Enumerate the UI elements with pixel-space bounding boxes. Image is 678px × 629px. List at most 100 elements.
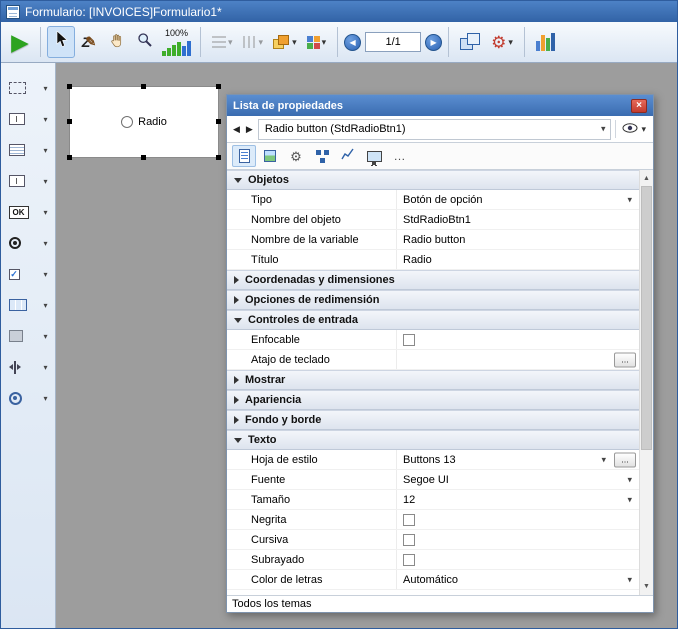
- tool-radio-button[interactable]: ▾: [5, 232, 52, 254]
- subrayado-checkbox[interactable]: [403, 554, 415, 566]
- hoja-estilo-browse-button[interactable]: ...: [614, 452, 636, 467]
- chevron-down-icon[interactable]: ▾: [43, 177, 47, 186]
- object-combobox-value: Radio button (StdRadioBtn1): [265, 123, 406, 135]
- app-icon: [6, 5, 20, 19]
- chevron-down-icon[interactable]: ▾: [43, 239, 47, 248]
- chevron-down-icon[interactable]: ▾: [43, 115, 47, 124]
- prev-page-button[interactable]: ◀: [344, 34, 361, 51]
- next-object-button[interactable]: ▶: [245, 124, 254, 135]
- gear-menu-button[interactable]: ⚙ ▾: [486, 26, 518, 58]
- page-indicator-input[interactable]: [365, 32, 421, 52]
- next-page-button[interactable]: ▶: [425, 34, 442, 51]
- run-button[interactable]: ▶: [6, 26, 34, 58]
- chevron-collapsed-icon: [234, 296, 239, 304]
- chevron-down-icon[interactable]: ▾: [43, 394, 47, 403]
- divider: [615, 120, 616, 138]
- hoja-estilo-dropdown[interactable]: Buttons 13 ▾ ...: [397, 450, 639, 469]
- zoom-bars-icon[interactable]: [162, 40, 191, 56]
- section-entrada[interactable]: Controles de entrada: [227, 310, 639, 330]
- tool-text-area[interactable]: I ▾: [5, 170, 52, 192]
- chevron-down-icon[interactable]: ▾: [43, 332, 47, 341]
- properties-panel-title-bar[interactable]: Lista de propiedades ×: [227, 95, 653, 116]
- section-fondo[interactable]: Fondo y borde: [227, 410, 639, 430]
- scroll-down-button[interactable]: ▼: [640, 579, 653, 594]
- radio-form-object[interactable]: Radio: [69, 86, 219, 158]
- selection-handle[interactable]: [216, 84, 221, 89]
- cursiva-checkbox[interactable]: [403, 534, 415, 546]
- color-grid-dropdown[interactable]: ▾: [302, 26, 332, 58]
- section-objetos[interactable]: Objetos: [227, 170, 639, 190]
- chevron-down-icon[interactable]: ▾: [43, 301, 47, 310]
- title-bar[interactable]: Formulario: [INVOICES]Formulario1*: [1, 1, 677, 22]
- negrita-checkbox[interactable]: [403, 514, 415, 526]
- titulo-field[interactable]: Radio: [397, 250, 639, 269]
- nombre-objeto-field[interactable]: StdRadioBtn1: [397, 210, 639, 229]
- visibility-menu-button[interactable]: ▾: [620, 120, 648, 138]
- prev-object-button[interactable]: ◀: [232, 124, 241, 135]
- chevron-down-icon: ▾: [641, 125, 646, 134]
- tamano-dropdown[interactable]: 12 ▾: [397, 490, 639, 509]
- tab-properties[interactable]: [232, 145, 256, 167]
- selection-handle[interactable]: [67, 119, 72, 124]
- selection-handle[interactable]: [141, 84, 146, 89]
- property-label: Atajo de teclado: [227, 350, 397, 369]
- chart-button[interactable]: [531, 26, 560, 58]
- chevron-down-icon[interactable]: ▾: [43, 270, 47, 279]
- tab-settings[interactable]: ⚙: [284, 145, 308, 167]
- magnify-tool-button[interactable]: [131, 26, 159, 58]
- tab-connections[interactable]: [310, 145, 334, 167]
- select-tool-button[interactable]: [47, 26, 75, 58]
- property-row-fuente: Fuente Segoe UI ▾: [227, 470, 639, 490]
- tool-text-input[interactable]: I ▾: [5, 108, 52, 130]
- radio-label: Radio: [138, 116, 167, 128]
- chevron-down-icon[interactable]: ▾: [43, 363, 47, 372]
- tab-image[interactable]: [258, 145, 282, 167]
- tab-more[interactable]: …: [388, 145, 412, 167]
- pages-button[interactable]: [455, 26, 486, 58]
- section-mostrar[interactable]: Mostrar: [227, 370, 639, 390]
- tipo-dropdown[interactable]: Botón de opción ▾: [397, 190, 639, 209]
- section-texto[interactable]: Texto: [227, 430, 639, 450]
- form-canvas[interactable]: Radio Lista de propiedades × ◀ ▶ Radio b…: [56, 63, 677, 629]
- distribute-objects-dropdown[interactable]: ▾: [238, 26, 269, 58]
- tool-rectangle[interactable]: ▾: [5, 325, 52, 347]
- document-icon: [239, 149, 250, 163]
- draw-tool-button[interactable]: Z✎: [75, 26, 103, 58]
- selection-handle[interactable]: [67, 84, 72, 89]
- tool-button[interactable]: OK ▾: [5, 201, 52, 223]
- enfocable-checkbox[interactable]: [403, 334, 415, 346]
- nombre-variable-field[interactable]: Radio button: [397, 230, 639, 249]
- chevron-down-icon[interactable]: ▾: [43, 84, 47, 93]
- section-apariencia[interactable]: Apariencia: [227, 390, 639, 410]
- section-redimension[interactable]: Opciones de redimensión: [227, 290, 639, 310]
- chevron-down-icon[interactable]: ▾: [43, 208, 47, 217]
- tool-checkbox[interactable]: ✓ ▾: [5, 263, 52, 285]
- scroll-thumb[interactable]: [641, 186, 652, 450]
- color-letras-dropdown[interactable]: Automático ▾: [397, 570, 639, 589]
- tool-splitter[interactable]: ▾: [5, 356, 52, 378]
- fuente-dropdown[interactable]: Segoe UI ▾: [397, 470, 639, 489]
- layer-order-dropdown[interactable]: ▾: [268, 26, 302, 58]
- atajo-browse-button[interactable]: ...: [614, 352, 636, 367]
- tool-listbox[interactable]: ▾: [5, 139, 52, 161]
- selection-handle[interactable]: [216, 119, 221, 124]
- object-combobox[interactable]: Radio button (StdRadioBtn1) ▾: [258, 119, 612, 140]
- panel-scrollbar[interactable]: ▲ ▼: [639, 170, 653, 595]
- more-icon: …: [394, 149, 407, 163]
- scroll-up-button[interactable]: ▲: [640, 171, 653, 186]
- tool-indicator[interactable]: ▾: [5, 387, 52, 409]
- atajo-field[interactable]: ...: [397, 350, 639, 369]
- tool-button-grid[interactable]: ▾: [5, 294, 52, 316]
- section-coordenadas[interactable]: Coordenadas y dimensiones: [227, 270, 639, 290]
- tab-display[interactable]: [362, 145, 386, 167]
- hand-tool-button[interactable]: [103, 26, 131, 58]
- zoom-level-widget[interactable]: 100%: [159, 24, 194, 60]
- close-button[interactable]: ×: [631, 99, 647, 113]
- tool-marquee[interactable]: ▾: [5, 77, 52, 99]
- chevron-down-icon[interactable]: ▾: [43, 146, 47, 155]
- selection-handle[interactable]: [216, 155, 221, 160]
- tab-curve[interactable]: [336, 145, 360, 167]
- selection-handle[interactable]: [67, 155, 72, 160]
- selection-handle[interactable]: [141, 155, 146, 160]
- align-objects-dropdown[interactable]: ▾: [207, 26, 238, 58]
